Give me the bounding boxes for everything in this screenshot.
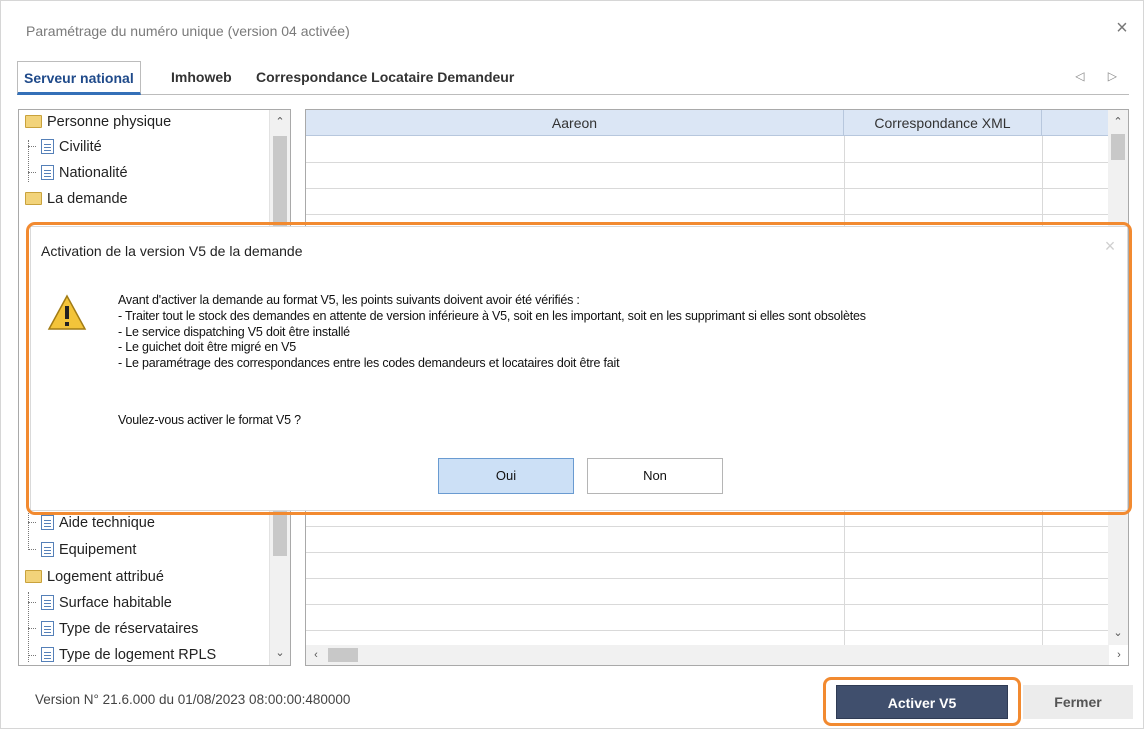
dialog-highlight <box>26 222 1132 515</box>
tree-connector <box>28 510 29 550</box>
window-title: Paramétrage du numéro unique (version 04… <box>26 23 350 39</box>
document-icon <box>41 646 54 662</box>
folder-icon <box>25 191 42 205</box>
tree-item[interactable]: Personne physique <box>25 110 171 134</box>
tree-item-label: Equipement <box>59 542 137 558</box>
tree-item-label: La demande <box>47 191 128 207</box>
tree-item-label: Type de réservataires <box>59 621 199 637</box>
tree-connector <box>28 549 36 550</box>
grid-row-divider <box>306 162 1109 163</box>
tree-connector <box>28 146 36 147</box>
column-header-correspondance-xml[interactable]: Correspondance XML <box>844 110 1042 136</box>
grid-row-divider <box>306 214 1109 215</box>
tree-connector <box>28 172 36 173</box>
version-label: Version N° 21.6.000 du 01/08/2023 08:00:… <box>35 692 351 707</box>
scroll-up-icon[interactable]: ⌃ <box>270 112 290 132</box>
tree-connector <box>28 655 36 656</box>
tree-item[interactable]: Logement attribué <box>25 565 164 589</box>
activate-v5-button[interactable]: Activer V5 <box>836 685 1008 719</box>
grid-row-divider <box>306 578 1109 579</box>
grid-hscroll-thumb[interactable] <box>328 648 358 662</box>
grid-vscroll-thumb[interactable] <box>1111 134 1125 160</box>
scroll-down-icon[interactable]: ⌄ <box>270 643 290 663</box>
tree-connector <box>28 522 36 523</box>
tree-connector <box>28 602 36 603</box>
scroll-right-icon[interactable]: › <box>1109 645 1128 665</box>
tree-item-label: Type de logement RPLS <box>59 647 217 663</box>
document-icon <box>41 164 54 180</box>
status-bar: Version N° 21.6.000 du 01/08/2023 08:00:… <box>25 682 555 718</box>
grid-row-divider <box>306 604 1109 605</box>
tree-item[interactable]: Civilité <box>41 135 102 159</box>
tab-serveur-national[interactable]: Serveur national <box>17 61 141 95</box>
settings-window: Paramétrage du numéro unique (version 04… <box>0 0 1144 729</box>
scroll-up-icon[interactable]: ⌃ <box>1108 112 1128 132</box>
scroll-left-icon[interactable]: ‹ <box>306 645 326 665</box>
folder-icon <box>25 569 42 583</box>
grid-header: Aareon Correspondance XML <box>306 110 1109 136</box>
tree-item[interactable]: Equipement <box>41 538 136 562</box>
grid-row-divider <box>306 188 1109 189</box>
folder-icon <box>25 114 42 128</box>
document-icon <box>41 594 54 610</box>
grid-row-divider <box>306 526 1109 527</box>
close-button[interactable]: Fermer <box>1023 685 1133 719</box>
tree-item-label: Civilité <box>59 139 102 155</box>
grid-row-divider <box>306 552 1109 553</box>
tree-item[interactable]: Nationalité <box>41 161 128 185</box>
tree-item[interactable]: Type de logement RPLS <box>41 643 217 665</box>
tree-item-label: Logement attribué <box>47 569 164 585</box>
tree-item[interactable]: Surface habitable <box>41 591 172 615</box>
tree-item-label: Surface habitable <box>59 595 172 611</box>
tab-imhoweb[interactable]: Imhoweb <box>165 61 238 95</box>
tree-item-label: Aide technique <box>59 515 155 531</box>
column-header-extra[interactable] <box>1042 110 1109 136</box>
document-icon <box>41 541 54 557</box>
tree-item-label: Personne physique <box>47 114 172 130</box>
tree-item[interactable]: Type de réservataires <box>41 617 198 641</box>
grid-row-divider <box>306 630 1109 631</box>
tab-bar: Serveur national Imhoweb Correspondance … <box>17 61 1129 95</box>
tree-item[interactable]: La demande <box>25 187 128 211</box>
document-icon <box>41 138 54 154</box>
tab-correspondance-locataire-demandeur[interactable]: Correspondance Locataire Demandeur <box>250 61 520 95</box>
grid-horizontal-scrollbar[interactable]: ‹ › <box>306 645 1121 665</box>
close-icon[interactable]: × <box>1111 17 1133 39</box>
column-header-aareon[interactable]: Aareon <box>306 110 844 136</box>
tree-connector <box>28 628 36 629</box>
document-icon <box>41 620 54 636</box>
title-bar: Paramétrage du numéro unique (version 04… <box>1 1 1143 47</box>
scroll-down-icon[interactable]: ⌄ <box>1108 623 1128 643</box>
tab-scroll-arrows-icon[interactable]: ◁ ▷ <box>1075 69 1127 83</box>
document-icon <box>41 514 54 530</box>
tree-item-label: Nationalité <box>59 165 128 181</box>
